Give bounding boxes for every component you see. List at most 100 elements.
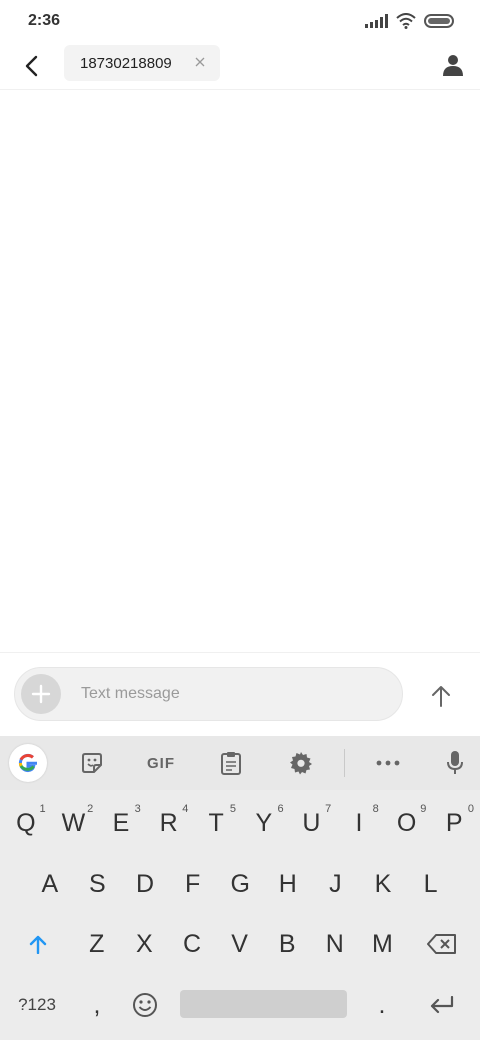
space-key[interactable]: [180, 990, 347, 1018]
key-label: H: [278, 869, 297, 898]
key-g[interactable]: G: [216, 858, 264, 910]
arrow-left-icon: [25, 55, 38, 77]
key-q[interactable]: Q1: [2, 797, 50, 849]
key-label: O: [396, 808, 417, 837]
gif-label: GIF: [147, 754, 175, 772]
settings-button[interactable]: [283, 746, 319, 780]
key-hint: 0: [467, 803, 474, 815]
emoji-key[interactable]: [120, 979, 170, 1031]
key-b[interactable]: B: [263, 918, 311, 970]
key-label: Y: [255, 808, 273, 837]
gear-icon: [290, 752, 312, 775]
smiley-icon: [133, 993, 157, 1017]
key-n[interactable]: N: [311, 918, 359, 970]
clipboard-button[interactable]: [213, 746, 249, 780]
key-d[interactable]: D: [121, 858, 169, 910]
shift-key[interactable]: [14, 918, 62, 970]
key-k[interactable]: K: [359, 858, 407, 910]
conversation-header: 18730218809: [0, 44, 480, 90]
key-label: L: [423, 869, 438, 898]
key-label: N: [325, 929, 344, 958]
key-a[interactable]: A: [26, 858, 74, 910]
key-label: Q: [16, 808, 36, 837]
key-hint: 3: [134, 803, 141, 815]
arrow-up-icon: [432, 686, 450, 707]
key-y[interactable]: Y6: [240, 797, 288, 849]
key-i[interactable]: I8: [335, 797, 383, 849]
enter-key[interactable]: [414, 979, 470, 1031]
key-p[interactable]: P0: [430, 797, 478, 849]
key-h[interactable]: H: [264, 858, 312, 910]
key-v[interactable]: V: [216, 918, 264, 970]
key-label: T: [208, 808, 224, 837]
key-hint: 2: [87, 803, 94, 815]
more-button[interactable]: [370, 746, 406, 780]
key-label: D: [135, 869, 155, 898]
key-e[interactable]: E3: [97, 797, 145, 849]
sticker-button[interactable]: [74, 746, 110, 780]
wifi-icon: [396, 13, 416, 29]
key-label: I: [355, 808, 363, 837]
symbols-key[interactable]: ?123: [6, 979, 68, 1031]
recipient-chip[interactable]: 18730218809: [64, 45, 220, 81]
back-button[interactable]: [16, 50, 48, 82]
shift-arrow-icon: [29, 935, 47, 954]
key-label: E: [112, 808, 130, 837]
key-r[interactable]: R4: [145, 797, 193, 849]
key-label: B: [278, 929, 296, 958]
key-label: S: [89, 869, 106, 898]
key-hint: 4: [182, 803, 189, 815]
key-label: J: [329, 869, 342, 898]
remove-recipient-button[interactable]: [192, 54, 208, 70]
backspace-key[interactable]: [418, 918, 466, 970]
key-z[interactable]: Z: [73, 918, 121, 970]
microphone-icon: [447, 751, 463, 774]
sticker-icon: [82, 753, 102, 773]
enter-icon: [430, 996, 454, 1014]
key-m[interactable]: M: [359, 918, 407, 970]
key-label: X: [136, 929, 153, 958]
toolbar-divider: [344, 749, 345, 777]
key-label: U: [302, 808, 321, 837]
send-button[interactable]: [424, 679, 458, 713]
key-label: Z: [89, 929, 105, 958]
comma-key[interactable]: ,: [74, 979, 120, 1031]
contact-button[interactable]: [438, 50, 468, 80]
more-dots-icon: [376, 760, 400, 766]
message-input[interactable]: [81, 668, 381, 720]
key-label: F: [184, 869, 201, 898]
compose-bar: [0, 652, 480, 736]
key-hint: 5: [229, 803, 236, 815]
key-label: K: [374, 869, 392, 898]
key-label: C: [182, 929, 202, 958]
keyboard: G I F Q 1 W 2 E 3 R 4 T 5 Y 6 U 7 I 8 O 9 …: [0, 736, 480, 1040]
attach-button[interactable]: [21, 674, 61, 714]
key-hint: 8: [372, 803, 379, 815]
key-hint: 1: [39, 803, 46, 815]
key-label: G: [230, 869, 250, 898]
status-icons: [365, 13, 454, 29]
period-key[interactable]: .: [358, 979, 406, 1031]
key-u[interactable]: U7: [288, 797, 336, 849]
key-label: V: [231, 929, 248, 958]
key-x[interactable]: X: [121, 918, 169, 970]
key-label: M: [371, 929, 393, 958]
key-o[interactable]: O9: [383, 797, 431, 849]
signal-icon: [365, 14, 388, 28]
google-button[interactable]: [9, 744, 47, 782]
key-t[interactable]: T5: [192, 797, 240, 849]
gif-button[interactable]: GIF: [140, 746, 182, 780]
key-w[interactable]: W2: [50, 797, 98, 849]
key-hint: 7: [325, 803, 332, 815]
key-j[interactable]: J: [312, 858, 360, 910]
key-label: R: [159, 808, 178, 837]
plus-icon: [31, 684, 51, 704]
key-s[interactable]: S: [74, 858, 122, 910]
battery-icon: [424, 14, 454, 28]
key-c[interactable]: C: [168, 918, 216, 970]
clipboard-icon: [221, 752, 241, 775]
key-hint: 6: [277, 803, 284, 815]
key-f[interactable]: F: [169, 858, 217, 910]
key-l[interactable]: L: [407, 858, 455, 910]
voice-input-button[interactable]: [437, 746, 473, 780]
